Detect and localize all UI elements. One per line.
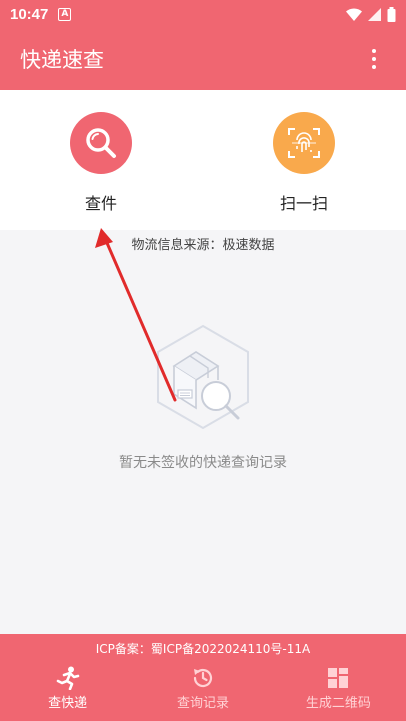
app-bar: 快递速查 bbox=[0, 28, 406, 90]
tab-generate-qrcode[interactable]: 生成二维码 bbox=[271, 662, 406, 721]
tab-query-express[interactable]: 查快递 bbox=[0, 662, 135, 721]
history-icon bbox=[193, 668, 213, 688]
app-title: 快递速查 bbox=[20, 48, 104, 72]
running-person-icon bbox=[56, 666, 79, 690]
wifi-icon bbox=[346, 7, 362, 21]
icp-record-text: ICP备案：蜀ICP备2022024110号-11A bbox=[95, 642, 311, 656]
status-bar: 10:47 A bbox=[0, 0, 406, 28]
status-icons bbox=[346, 6, 396, 22]
search-icon bbox=[86, 128, 116, 158]
scan-icon-circle bbox=[273, 112, 335, 174]
more-dot-icon bbox=[372, 65, 376, 69]
more-dot-icon bbox=[372, 57, 376, 61]
more-dot-icon bbox=[372, 49, 376, 53]
data-source-text: 物流信息来源：极速数据 bbox=[131, 238, 275, 253]
scan-button[interactable]: 扫一扫 bbox=[244, 112, 364, 214]
fingerprint-scan-icon bbox=[288, 128, 320, 158]
qrcode-icon bbox=[328, 668, 349, 688]
query-label: 查件 bbox=[84, 194, 117, 213]
empty-state-text: 暂无未签收的快递查询记录 bbox=[119, 455, 287, 471]
tab-label: 生成二维码 bbox=[305, 696, 371, 711]
bottom-navigation: ICP备案：蜀ICP备2022024110号-11A 查快递 查询记录 生成二维… bbox=[0, 634, 406, 721]
signal-icon bbox=[368, 7, 381, 21]
empty-box-search-icon bbox=[157, 324, 249, 430]
status-time: 10:47 bbox=[10, 5, 49, 23]
action-panel: 查件 扫一扫 bbox=[0, 90, 406, 230]
more-options-button[interactable] bbox=[362, 44, 386, 74]
search-icon-circle bbox=[70, 112, 132, 174]
query-package-button[interactable]: 查件 bbox=[41, 112, 161, 214]
tab-query-history[interactable]: 查询记录 bbox=[135, 662, 270, 721]
battery-icon bbox=[387, 6, 396, 22]
tab-label: 查询记录 bbox=[176, 696, 229, 711]
tab-label: 查快递 bbox=[48, 696, 88, 711]
notification-a-icon: A bbox=[58, 7, 72, 21]
scan-label: 扫一扫 bbox=[279, 194, 328, 213]
tab-bar: 查快递 查询记录 生成二维码 bbox=[0, 662, 406, 721]
